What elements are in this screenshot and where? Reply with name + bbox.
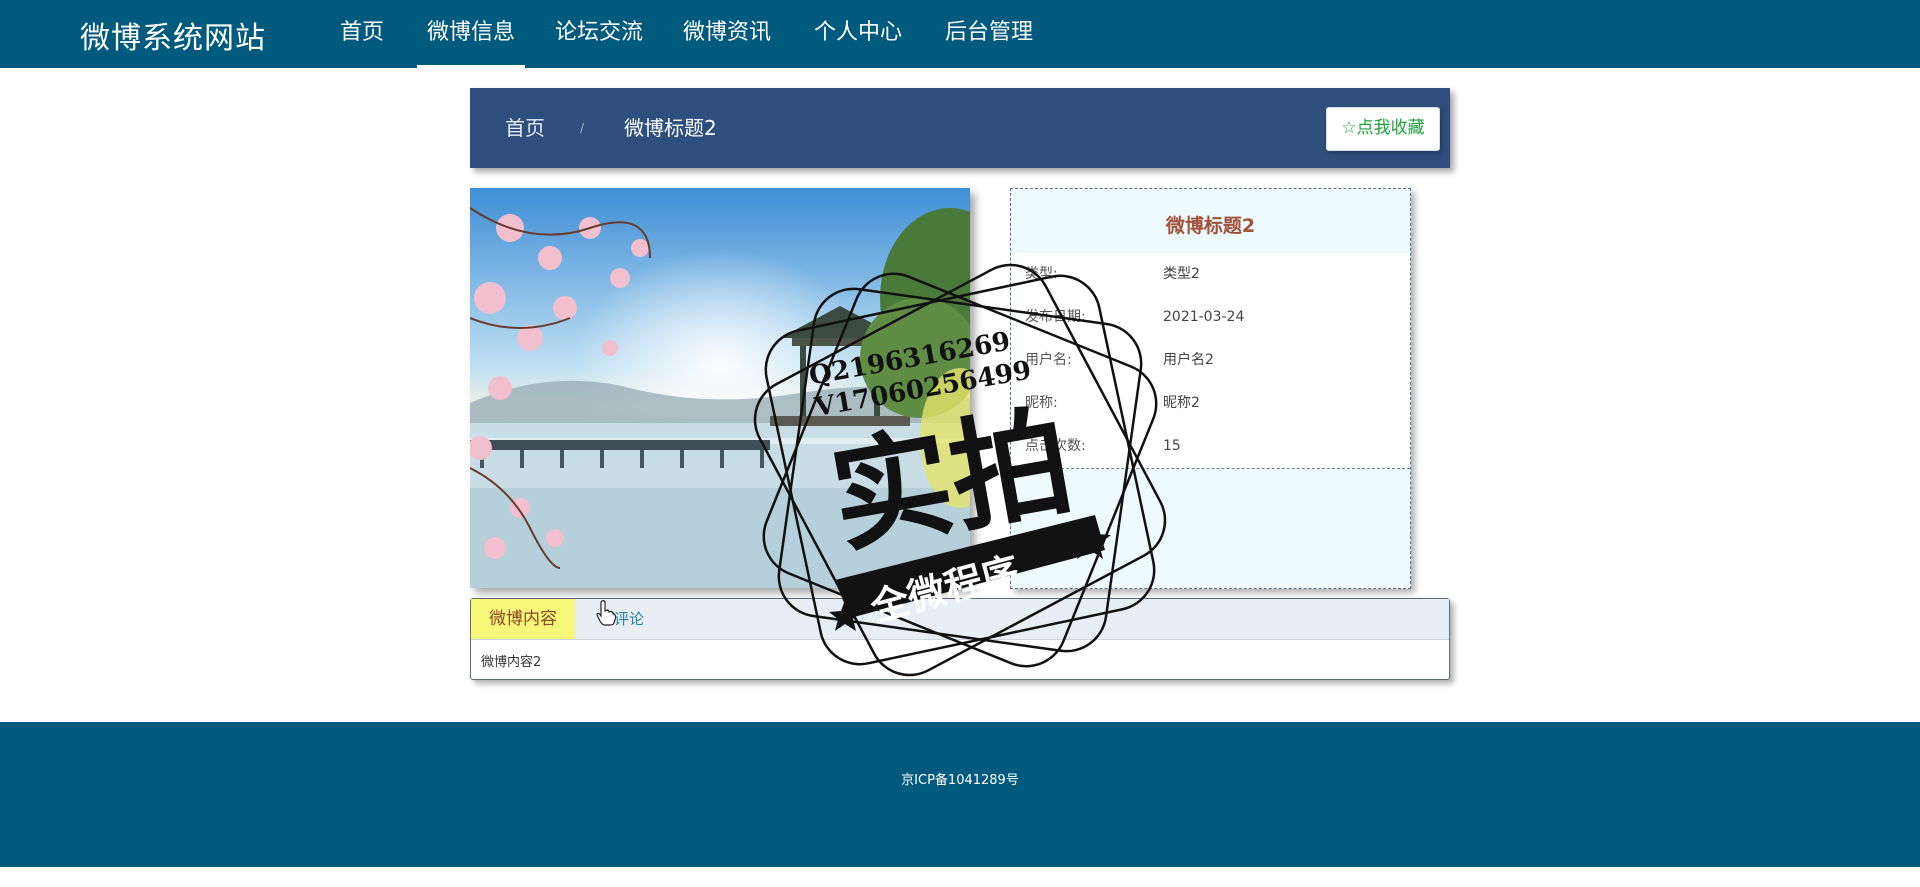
breadcrumb: 首页 / 微博标题2 ☆点我收藏 — [470, 88, 1450, 168]
nav-item-weibo-info[interactable]: 微博信息 — [417, 0, 525, 68]
detail-value: 类型2 — [1163, 266, 1200, 282]
nav-item-forum[interactable]: 论坛交流 — [555, 0, 643, 68]
footer-icp-text: 京ICP备1041289号 — [901, 773, 1019, 788]
detail-label: 点击次数: — [1025, 438, 1086, 454]
detail-value: 2021-03-24 — [1163, 309, 1245, 325]
pointer-cursor-icon — [596, 600, 616, 626]
detail-title: 微博标题2 — [1165, 215, 1256, 237]
detail-value: 用户名2 — [1163, 352, 1214, 368]
detail-row-date: 发布日期: 2021-03-24 — [1011, 296, 1410, 340]
nav-item-profile[interactable]: 个人中心 — [814, 0, 902, 68]
tab-weibo-content[interactable]: 微博内容 — [471, 599, 575, 639]
tab-content-text: 微博内容2 — [481, 655, 542, 670]
site-logo[interactable]: 微博系统网站 — [80, 13, 266, 57]
top-navbar: 微博系统网站 首页 微博信息 论坛交流 微博资讯 个人中心 后台管理 — [0, 0, 1920, 68]
weibo-detail-panel: 微博标题2 类型: 类型2 发布日期: 2021-03-24 用户名: 用户名2… — [1010, 188, 1411, 589]
weibo-image — [470, 188, 970, 588]
detail-row-username: 用户名: 用户名2 — [1011, 339, 1410, 383]
detail-value: 昵称2 — [1163, 395, 1200, 411]
tab-header: 微博内容 评论 — [471, 599, 1449, 640]
nav-item-admin[interactable]: 后台管理 — [945, 0, 1033, 68]
nav-item-news[interactable]: 微博资讯 — [683, 0, 771, 68]
breadcrumb-home[interactable]: 首页 — [505, 88, 545, 168]
detail-label: 类型: — [1025, 266, 1058, 282]
nav-item-home[interactable]: 首页 — [340, 0, 384, 68]
favorite-button[interactable]: ☆点我收藏 — [1326, 107, 1440, 151]
detail-value: 15 — [1163, 438, 1181, 454]
detail-label: 昵称: — [1025, 395, 1058, 411]
detail-row-clicks: 点击次数: 15 — [1011, 425, 1410, 469]
content-tabs: 微博内容 评论 微博内容2 — [470, 598, 1450, 680]
detail-label: 用户名: — [1025, 352, 1072, 368]
footer: 京ICP备1041289号 — [0, 722, 1920, 867]
breadcrumb-separator: / — [580, 121, 585, 135]
detail-row-nickname: 昵称: 昵称2 — [1011, 382, 1410, 426]
detail-row-type: 类型: 类型2 — [1011, 253, 1410, 297]
tab-comments[interactable]: 评论 — [614, 599, 644, 639]
breadcrumb-current: 微博标题2 — [624, 116, 717, 140]
detail-label: 发布日期: — [1025, 309, 1086, 325]
